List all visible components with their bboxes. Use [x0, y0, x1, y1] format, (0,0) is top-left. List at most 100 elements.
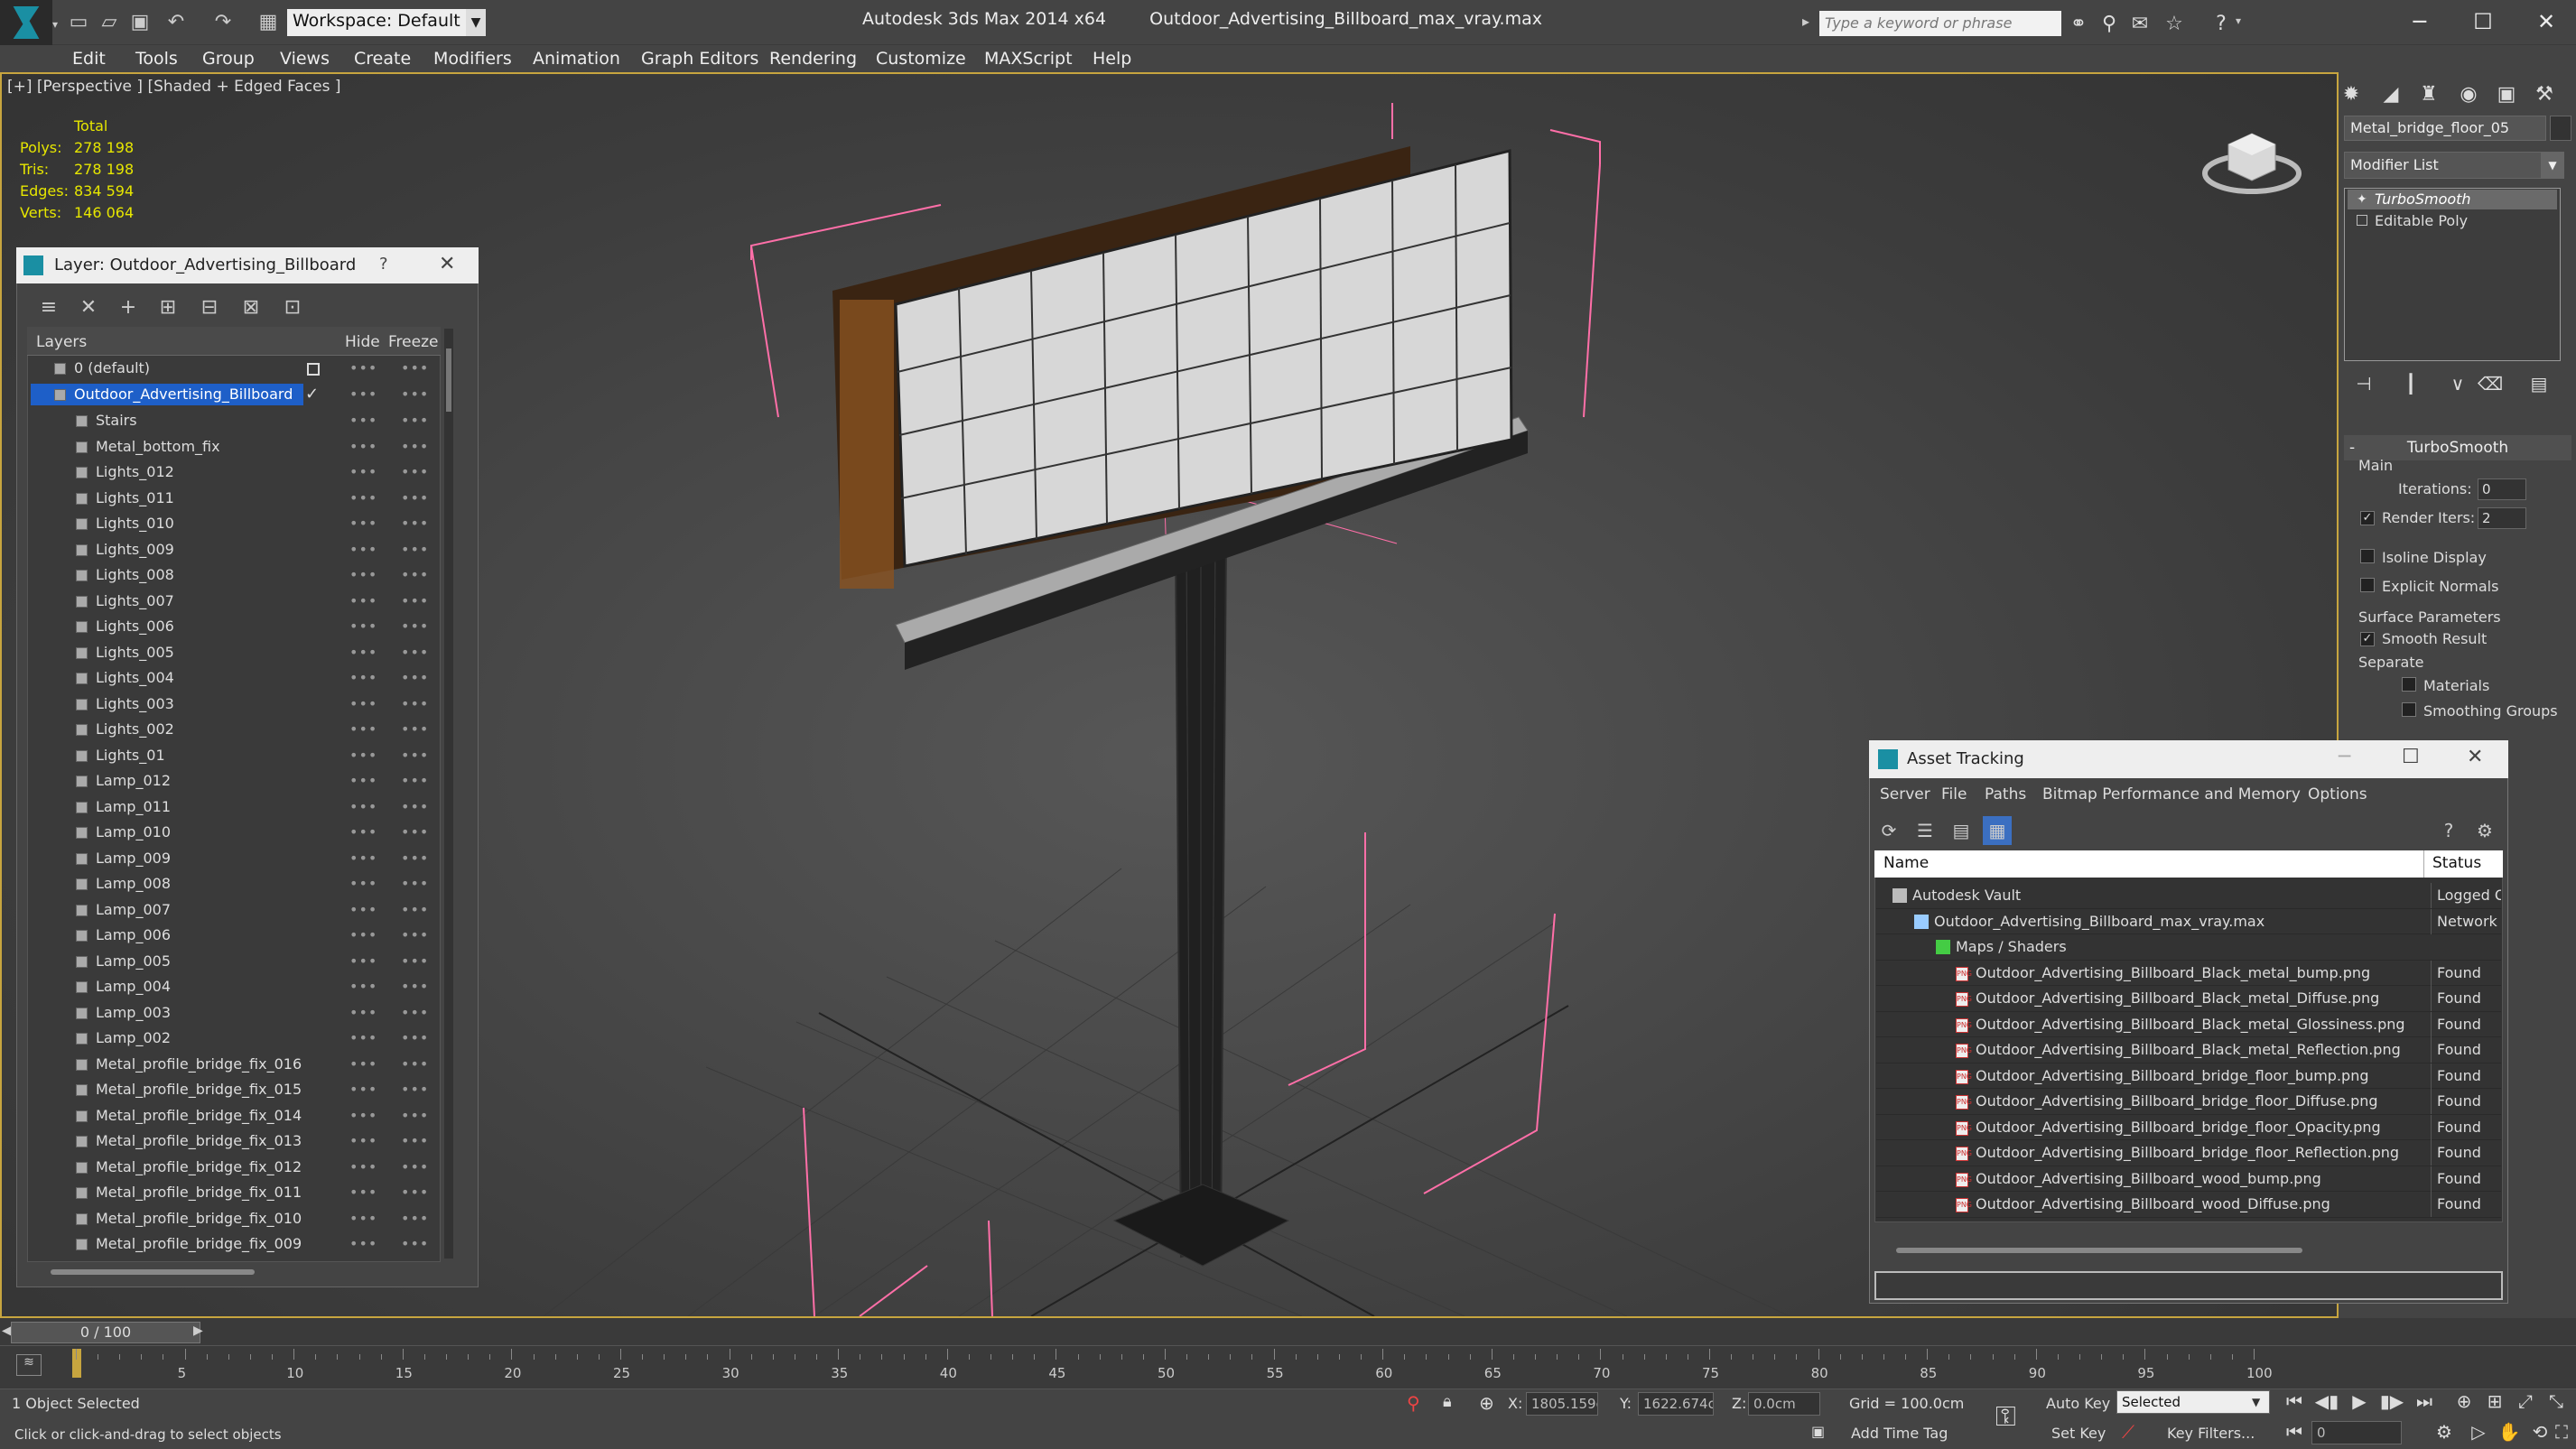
display-tab-icon[interactable]: ▣ [2490, 78, 2523, 110]
freeze-toggle[interactable]: ••• [401, 486, 429, 511]
materials-checkbox[interactable] [2402, 677, 2416, 692]
project-folder-icon[interactable]: ▦ [255, 9, 282, 34]
asset-row[interactable]: Maps / Shaders [1876, 934, 2501, 961]
layer-object-row[interactable]: Lights_008 ••• ••• [29, 562, 428, 589]
menu-customize[interactable]: Customize [876, 45, 966, 72]
viewport-label[interactable]: [+] [Perspective ] [Shaded + Edged Faces… [7, 78, 340, 96]
asset-row[interactable]: PNG Outdoor_Advertising_Billboard_wood_Di… [1876, 1192, 2501, 1218]
layer-vertical-scrollbar[interactable] [444, 329, 453, 1259]
time-config-icon[interactable]: ⚙ [2431, 1419, 2458, 1444]
layer-object-row[interactable]: Metal_profile_bridge_fix_010 ••• ••• [29, 1206, 428, 1232]
minimize-icon[interactable]: ─ [2339, 746, 2350, 768]
layer-object-row[interactable]: Lights_011 ••• ••• [29, 486, 429, 512]
asset-row[interactable]: PNG Outdoor_Advertising_Billboard_Black_m… [1876, 986, 2501, 1012]
freeze-toggle[interactable]: ••• [401, 356, 429, 381]
open-file-icon[interactable]: ▱ [96, 9, 123, 34]
scrollbar-thumb[interactable] [446, 348, 451, 412]
hide-toggle[interactable]: ••• [349, 665, 377, 691]
iterations-spinner[interactable]: 0 [2478, 478, 2526, 500]
bulb-icon[interactable]: ✦ [2357, 192, 2367, 207]
track-bar[interactable] [0, 1345, 2576, 1389]
freeze-toggle[interactable]: ••• [401, 949, 429, 974]
utilities-tab-icon[interactable]: ⚒ [2528, 78, 2561, 110]
layer-object-row[interactable]: Metal_profile_bridge_fix_009 ••• ••• [29, 1231, 428, 1258]
freeze-all-icon[interactable]: ⊡ [276, 293, 309, 321]
y-coordinate-field[interactable]: 1622.674c [1638, 1392, 1714, 1416]
asset-path-field[interactable] [1874, 1271, 2503, 1300]
explicit-normals-checkbox[interactable] [2360, 578, 2375, 592]
hide-toggle[interactable]: ••• [349, 1180, 377, 1205]
delete-layer-icon[interactable]: ✕ [72, 293, 105, 321]
field-of-view-icon[interactable]: ▷ [2465, 1419, 2492, 1444]
hide-toggle[interactable]: ••• [349, 589, 377, 614]
stack-item-editable-poly[interactable]: Editable Poly [2348, 211, 2557, 231]
help-chevron-icon[interactable]: ▾ [2236, 14, 2241, 27]
layer-object-row[interactable]: Lamp_002 ••• ••• [29, 1026, 428, 1052]
layer-object-row[interactable]: Metal_profile_bridge_fix_014 ••• ••• [29, 1103, 428, 1129]
isolate-icon[interactable]: ⚲ [1407, 1392, 1420, 1414]
layer-object-row[interactable]: Metal_bottom_fix ••• ••• [29, 434, 429, 460]
search-expand-icon[interactable]: ▸ [1802, 13, 1809, 30]
menu-maxscript[interactable]: MAXScript [984, 45, 1073, 72]
layer-object-row[interactable]: Lights_010 ••• ••• [29, 511, 429, 537]
layer-dialog-title[interactable]: Layer: Outdoor_Advertising_Billboard [16, 247, 479, 283]
hide-toggle[interactable]: ••• [349, 820, 377, 845]
layer-object-row[interactable]: Lights_003 ••• ••• [29, 692, 428, 718]
render-iters-checkbox[interactable]: ✓ [2360, 511, 2375, 525]
menu-help[interactable]: Help [1093, 45, 1131, 72]
object-name-field[interactable]: Metal_bridge_floor_05 [2344, 116, 2546, 141]
zoom-all-icon[interactable]: ⊞ [2481, 1389, 2508, 1414]
freeze-toggle[interactable]: ••• [401, 434, 429, 460]
time-slider[interactable]: 0 / 100 [11, 1322, 200, 1343]
go-to-end-icon[interactable]: ⏭ [2411, 1389, 2438, 1414]
freeze-toggle[interactable]: ••• [401, 923, 429, 948]
hide-toggle[interactable]: ••• [349, 614, 377, 639]
minimize-icon[interactable]: ─ [2393, 4, 2447, 40]
viewcube-icon[interactable] [2201, 117, 2302, 199]
freeze-toggle[interactable]: ••• [401, 768, 429, 794]
time-marker[interactable] [72, 1349, 81, 1378]
freeze-toggle[interactable]: ••• [401, 820, 429, 845]
go-to-start-icon[interactable]: ⏮ [2281, 1389, 2308, 1414]
layer-object-row[interactable]: Lamp_012 ••• ••• [29, 768, 429, 794]
time-tag-icon[interactable]: ▣ [1811, 1423, 1825, 1440]
previous-frame-icon[interactable]: ◀▮ [2313, 1389, 2340, 1414]
hide-toggle[interactable]: ••• [349, 460, 377, 485]
menu-views[interactable]: Views [280, 45, 330, 72]
asset-menu-server[interactable]: Server [1880, 782, 1930, 807]
freeze-toggle[interactable]: ••• [401, 1129, 429, 1154]
create-tab-icon[interactable]: ✹ [2335, 78, 2367, 110]
hide-toggle[interactable]: ••• [349, 768, 377, 794]
hide-toggle[interactable]: ••• [349, 434, 377, 460]
pan-icon[interactable]: ✋ [2496, 1419, 2523, 1444]
search-input[interactable]: Type a keyword or phrase [1819, 11, 2061, 36]
freeze-toggle[interactable]: ••• [401, 846, 429, 871]
hide-toggle[interactable]: ••• [349, 794, 377, 820]
zoom-extents-all-icon[interactable]: ⤡ [2543, 1389, 2570, 1414]
freeze-toggle[interactable]: ••• [401, 589, 429, 614]
smooth-result-checkbox[interactable]: ✓ [2360, 632, 2375, 646]
layer-object-row[interactable]: Lamp_008 ••• ••• [29, 871, 428, 897]
freeze-toggle[interactable]: ••• [401, 511, 429, 536]
smoothing-groups-checkbox[interactable] [2402, 702, 2416, 717]
col-name[interactable]: Name [1883, 854, 1929, 872]
hide-toggle[interactable]: ••• [349, 1052, 377, 1077]
layer-object-row[interactable]: Lights_005 ••• ••• [29, 640, 428, 666]
hide-toggle[interactable]: ••• [349, 1129, 377, 1154]
asset-row[interactable]: PNG Outdoor_Advertising_Billboard_wood_bu… [1876, 1166, 2501, 1192]
hide-toggle[interactable]: ••• [349, 640, 377, 665]
col-layers[interactable]: Layers [36, 333, 87, 351]
lock-selection-icon[interactable]: 🔒︎ [1443, 1392, 1452, 1411]
z-coordinate-field[interactable]: 0.0cm [1748, 1392, 1820, 1416]
layer-object-row[interactable]: Lights_009 ••• ••• [29, 537, 428, 563]
layer-object-row[interactable]: Metal_profile_bridge_fix_011 ••• ••• [29, 1180, 428, 1206]
asset-row[interactable]: PNG Outdoor_Advertising_Billboard_Black_m… [1876, 960, 2501, 986]
stack-item-turbosmooth[interactable]: TurboSmooth [2348, 190, 2557, 209]
freeze-toggle[interactable]: ••• [401, 408, 429, 433]
asset-row[interactable]: PNG Outdoor_Advertising_Billboard_bridge_… [1876, 1089, 2501, 1115]
pin-stack-icon[interactable]: ⊣ [2348, 370, 2380, 397]
freeze-toggle[interactable]: ••• [401, 794, 429, 820]
redo-icon[interactable]: ↷ [209, 9, 237, 34]
zoom-extents-icon[interactable]: ⤢ [2512, 1389, 2539, 1414]
workspace-select[interactable]: Workspace: Default [287, 9, 466, 36]
